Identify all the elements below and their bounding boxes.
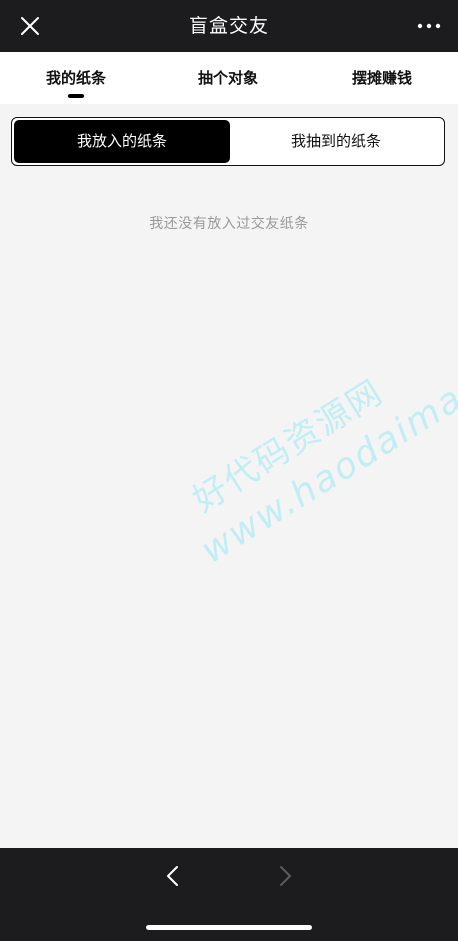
chevron-right-icon[interactable] <box>270 861 300 891</box>
bottom-toolbar <box>0 848 458 941</box>
active-tab-indicator <box>68 94 84 98</box>
page-title: 盲盒交友 <box>188 15 269 37</box>
watermark-text-url: www.haodaima.cc <box>194 347 458 572</box>
chevron-left-icon[interactable] <box>158 861 188 891</box>
segment-drawn-notes[interactable]: 我抽到的纸条 <box>230 120 442 163</box>
top-navbar: 盲盒交友 <box>0 0 458 52</box>
home-indicator[interactable] <box>146 925 312 930</box>
segment-placed-notes[interactable]: 我放入的纸条 <box>14 120 230 163</box>
app-screen: 盲盒交友 我的纸条 抽个对象 摆摊赚钱 我放入的纸条 我抽到的纸条 我还没有放入… <box>0 0 458 941</box>
more-icon[interactable] <box>414 10 444 42</box>
empty-state-message: 我还没有放入过交友纸条 <box>149 216 309 232</box>
tab-draw-partner[interactable]: 抽个对象 <box>180 52 276 104</box>
tab-bar: 我的纸条 抽个对象 摆摊赚钱 <box>0 52 458 104</box>
tab-stall-earn[interactable]: 摆摊赚钱 <box>334 52 430 104</box>
notes-segmented-control: 我放入的纸条 我抽到的纸条 <box>11 117 445 166</box>
watermark-text-cn: 好代码资源网 <box>186 371 391 521</box>
